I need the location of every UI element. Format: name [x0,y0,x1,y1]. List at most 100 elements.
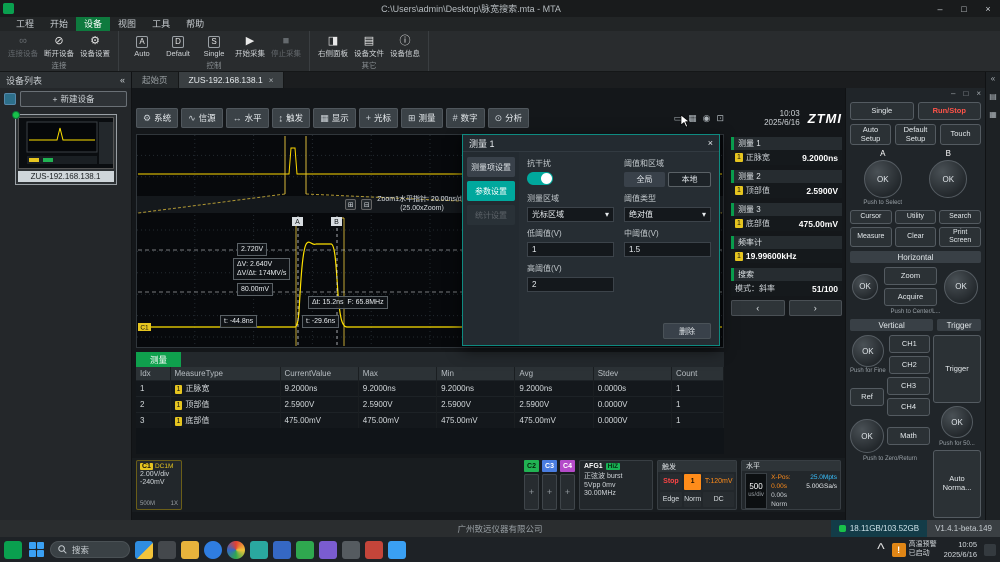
zoom-hw-button[interactable]: Zoom [884,267,937,285]
taskbar-file-explorer-icon[interactable] [181,541,199,559]
channel1-card[interactable]: C1 DC1M 2.00V/div -240mV 500M 1X [136,460,182,510]
channel2-badge[interactable]: C2 [524,460,539,472]
global-button[interactable]: 全局 [624,172,665,187]
auto-normal-button[interactable]: Auto Norma... [933,450,981,518]
taskbar-pinned-app-icon[interactable] [4,541,22,559]
low-threshold-input[interactable] [527,242,614,257]
horizontal-card[interactable]: 水平 500 us/div X-Pos: 0.00s 0.00s Norm 25… [741,460,841,510]
search-next-button[interactable]: › [789,300,843,316]
menu-help[interactable]: 帮助 [178,17,212,31]
measure-hw-button[interactable]: Measure [850,227,892,247]
taskbar-app-icon[interactable] [388,541,406,559]
print-screen-button[interactable]: Print Screen [939,227,981,247]
auto-button[interactable]: AAuto [127,36,157,58]
tab-close-icon[interactable]: × [269,76,274,85]
right-panel-button[interactable]: ◨右侧面板 [318,35,348,59]
scope-analyze-button[interactable]: ⊙分析 [488,108,530,128]
device-list-item[interactable]: ZUS-192.168.138.1 [15,114,117,185]
auto-setup-button[interactable]: Auto Setup [850,124,891,145]
tab-home[interactable]: 起始页 [132,72,179,88]
start-acquire-button[interactable]: ▶开始采集 [235,35,265,59]
add-channel3-button[interactable]: + [542,474,557,510]
menu-tools[interactable]: 工具 [144,17,178,31]
menu-start[interactable]: 开始 [42,17,76,31]
result-item[interactable]: 测量 1 1正脉宽9.2000ns [731,137,842,165]
devwin-close-icon[interactable]: × [976,89,981,98]
collapse-left-icon[interactable]: « [991,74,995,83]
add-channel2-button[interactable]: + [524,474,539,510]
maximize-icon[interactable]: □ [952,0,976,17]
cursor-v1-readout[interactable]: 2.720V [237,243,267,256]
cursor-t1-readout[interactable]: t: -44.8ns [220,315,257,328]
panel-toggle-icon[interactable] [4,93,16,105]
horizontal-scale-knob[interactable]: OK [944,270,978,304]
taskbar-task-view-icon[interactable] [158,541,176,559]
single-button[interactable]: SSingle [199,36,229,58]
measure-table-tab[interactable]: 测量 [136,352,181,367]
default-button[interactable]: DDefault [163,36,193,58]
trigger-card[interactable]: 触发 Stop 1 T:120mV Edge Norm DC [657,460,737,510]
close-icon[interactable]: × [976,0,1000,17]
math-button[interactable]: Math [887,427,930,445]
timebase-readout[interactable]: 500 us/div [745,473,767,509]
minimize-icon[interactable]: – [928,0,952,17]
taskbar-wechat-icon[interactable] [296,541,314,559]
knob-a[interactable]: OK [864,160,902,198]
device-files-button[interactable]: ▤设备文件 [354,35,384,59]
taskbar-clock[interactable]: 10:05 2025/6/16 [944,540,977,559]
zoom-split-icon[interactable]: ⊟ [361,199,372,210]
dialog-tab-parameters[interactable]: 参数设置 [467,181,515,201]
taskbar-app-icon[interactable] [250,541,268,559]
disconnect-device-button[interactable]: ⊘断开设备 [44,35,74,59]
cursor-t2-readout[interactable]: t: -29.6ns [302,315,339,328]
menu-device[interactable]: 设备 [76,17,110,31]
result-item[interactable]: 测量 2 1顶部值2.5900V [731,170,842,198]
vertical-scale-knob[interactable]: OK [850,419,884,453]
devwin-minimize-icon[interactable]: – [951,89,955,98]
ch3-button[interactable]: CH3 [887,377,930,395]
scope-horizontal-button[interactable]: ↔水平 [226,108,269,128]
measure-area-select[interactable]: 光标区域▾ [527,207,614,222]
run-stop-button[interactable]: Run/Stop [918,102,982,120]
taskbar-app-icon[interactable] [319,541,337,559]
connect-device-button[interactable]: ∞连接设备 [8,35,38,59]
table-row[interactable]: 2 1顶部值 2.5900V2.5900V 2.5900V2.5900V 0.0… [136,397,724,413]
high-threshold-input[interactable] [527,277,614,292]
clear-button[interactable]: Clear [895,227,937,247]
scope-display-button[interactable]: ▦显示 [313,108,356,128]
menu-project[interactable]: 工程 [8,17,42,31]
afg-card[interactable]: AFG1 HiZ 正弦波 burst 5Vpp 0mv 30.00MHz [579,460,653,510]
taskbar-edge-icon[interactable] [204,541,222,559]
search-result[interactable]: 搜索 模式：斜率 51/100 ‹ › [731,268,842,316]
ch1-button[interactable]: CH1 [889,335,930,353]
knob-b[interactable]: OK [929,160,967,198]
single-hw-button[interactable]: Single [850,102,914,120]
utility-button[interactable]: Utility [895,210,937,224]
device-settings-button[interactable]: ⚙设备设置 [80,35,110,59]
tray-expand-icon[interactable]: ^ [877,541,885,559]
taskbar-store-icon[interactable] [273,541,291,559]
search-hw-button[interactable]: Search [939,210,981,224]
ch4-button[interactable]: CH4 [887,398,930,416]
delete-button[interactable]: 删除 [663,323,711,339]
new-device-button[interactable]: +新建设备 [20,91,127,107]
scope-trigger-button[interactable]: ↨触发 [272,108,311,128]
device-info-button[interactable]: ⓘ设备信息 [390,35,420,59]
cursor-v2-readout[interactable]: 80.00mV [237,283,273,296]
channel4-badge[interactable]: C4 [560,460,575,472]
record-icon[interactable]: ◉ [703,113,711,124]
menu-view[interactable]: 视图 [110,17,144,31]
snapshot-icon[interactable]: ⊡ [716,113,724,124]
dialog-tab-statistics[interactable]: 统计设置 [467,205,515,225]
properties-panel-icon[interactable]: ▤ [989,92,997,101]
frequency-counter[interactable]: 频率计 119.99600kHz [731,236,842,263]
trigger-menu-button[interactable]: Trigger [933,335,981,403]
scope-measure-button[interactable]: ⊞测量 [401,108,443,128]
local-button[interactable]: 本地 [668,172,711,187]
anti-jitter-toggle[interactable] [527,172,553,185]
table-row[interactable]: 3 1底部值 475.00mV475.00mV 475.00mV475.00mV… [136,413,724,429]
scope-cursor-button[interactable]: +光标 [359,108,398,128]
scope-source-button[interactable]: ∿信源 [181,108,223,128]
dialog-tab-measure-items[interactable]: 测量项设置 [467,157,515,177]
devwin-restore-icon[interactable]: □ [963,89,968,98]
